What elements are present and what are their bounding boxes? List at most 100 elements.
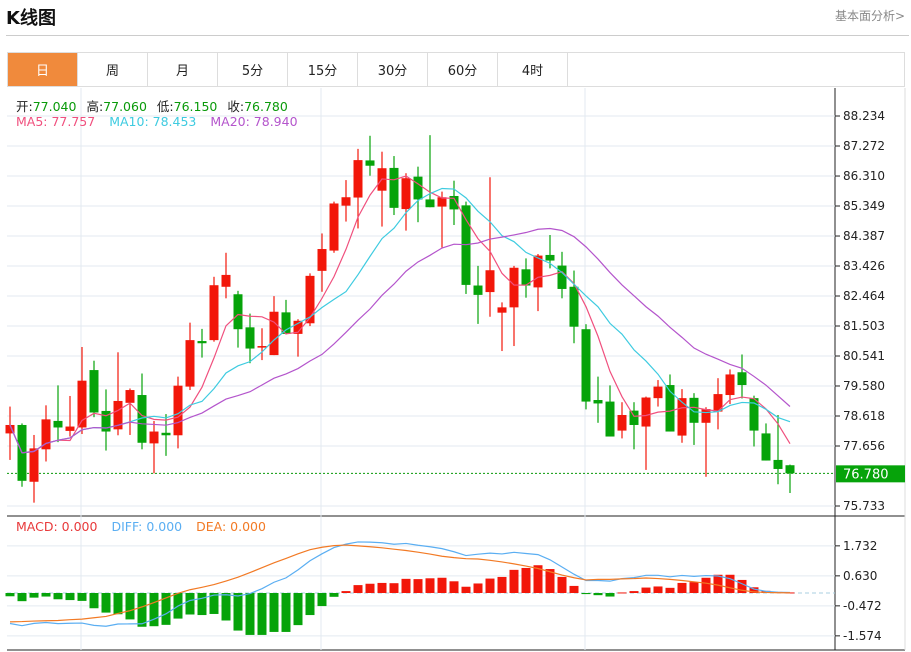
macd-bar: [41, 593, 51, 597]
macd-bar: [269, 593, 279, 632]
candle-down: [737, 372, 747, 386]
candle-down: [161, 432, 171, 436]
macd-bar: [641, 587, 651, 593]
candle-up: [65, 426, 75, 431]
ma-info: MA5: 77.757 MA10: 78.453 MA20: 78.940: [16, 114, 304, 129]
macd-info: MACD: 0.000 DIFF: 0.000 DEA: 0.000: [16, 519, 272, 534]
macd-bar: [605, 593, 615, 597]
candle-down: [689, 397, 699, 423]
macd-bar: [401, 578, 411, 593]
macd-bar: [353, 585, 363, 593]
macd-bar: [89, 593, 99, 609]
price-tick-label: 78.618: [843, 409, 885, 423]
candle-up: [29, 448, 39, 482]
macd-bar: [425, 578, 435, 593]
price-tick-label: 80.541: [843, 349, 885, 363]
candle-down: [629, 410, 639, 425]
candle-up: [485, 270, 495, 293]
price-tick-label: 75.733: [843, 499, 885, 513]
high-label: 高:: [86, 99, 104, 114]
macd-bar: [77, 593, 87, 601]
macd-bar: [137, 593, 147, 627]
candle-up: [305, 275, 315, 324]
macd-bar: [245, 593, 255, 635]
macd-bar: [677, 582, 687, 593]
candle-down: [557, 265, 567, 289]
candle-up: [641, 397, 651, 427]
ohlc-info: 开:77.040 高:77.060 低:76.150 收:76.780: [16, 96, 294, 115]
macd-bar: [113, 593, 123, 615]
candle-down: [389, 167, 399, 208]
candle-up: [149, 431, 159, 444]
macd-bar: [509, 569, 519, 593]
candle-down: [365, 160, 375, 166]
macd-bar: [101, 593, 111, 613]
candle-up: [317, 249, 327, 271]
macd-bar: [365, 583, 375, 593]
macd-bar: [497, 576, 507, 593]
macd-bar: [185, 593, 195, 615]
macd-bar: [701, 577, 711, 593]
macd-bar: [317, 593, 327, 607]
macd-tick-label: 1.732: [843, 539, 877, 553]
open-value: 77.040: [32, 99, 77, 114]
candle-down: [233, 294, 243, 330]
candles: [5, 135, 795, 503]
macd-bar: [65, 593, 75, 601]
macd-bar: [17, 593, 27, 602]
candle-down: [761, 433, 771, 461]
candle-up: [497, 307, 507, 313]
open-label: 开:: [16, 99, 33, 114]
macd-tick-label: -1.574: [843, 629, 882, 643]
candle-down: [545, 254, 555, 261]
candle-down: [245, 327, 255, 349]
candle-down: [473, 285, 483, 295]
candle-up: [353, 160, 363, 198]
price-axis: 88.234 87.272 86.310 85.349 84.387 83.426 82.4…: [835, 109, 905, 643]
macd-label: MACD: 0.000: [16, 519, 98, 534]
candle-up: [653, 386, 663, 399]
price-tick-label: 87.272: [843, 139, 885, 153]
macd-bar: [521, 567, 531, 593]
macd-tick-label: 0.630: [843, 569, 877, 583]
price-tick-label: 86.310: [843, 169, 885, 183]
macd-bar: [665, 587, 675, 593]
macd-bar: [413, 579, 423, 593]
macd-bar: [53, 593, 63, 600]
macd-bar: [581, 593, 591, 595]
macd-bar: [473, 583, 483, 593]
candle-down: [581, 329, 591, 402]
price-tick-label: 88.234: [843, 109, 885, 123]
candle-down: [89, 370, 99, 413]
candle-up: [701, 409, 711, 423]
macd-bar: [461, 586, 471, 593]
candle-down: [197, 341, 207, 344]
candle-up: [209, 285, 219, 341]
candle-up: [725, 374, 735, 396]
high-value: 77.060: [103, 99, 147, 114]
candle-up: [221, 274, 231, 287]
chart-frame: [7, 88, 906, 651]
ma10-label: MA10: 78.453: [109, 114, 197, 129]
macd-bar: [437, 577, 447, 593]
macd-bar: [689, 582, 699, 593]
grid-lines: [7, 88, 835, 650]
macd-bar: [305, 593, 315, 616]
candle-down: [53, 420, 63, 428]
macd-bar: [197, 593, 207, 616]
macd-panel: [5, 541, 835, 635]
macd-bar: [377, 582, 387, 593]
price-tick-label: 77.656: [843, 439, 885, 453]
macd-bar: [569, 585, 579, 593]
macd-bar: [149, 593, 159, 627]
macd-bar: [293, 593, 303, 626]
macd-bar: [221, 593, 231, 621]
macd-bar: [593, 593, 603, 596]
macd-bar: [257, 593, 267, 635]
macd-bar: [5, 593, 15, 597]
macd-bar: [329, 593, 339, 597]
macd-bar: [233, 593, 243, 631]
candle-up: [401, 178, 411, 210]
macd-bar: [29, 593, 39, 598]
macd-bar: [629, 591, 639, 593]
